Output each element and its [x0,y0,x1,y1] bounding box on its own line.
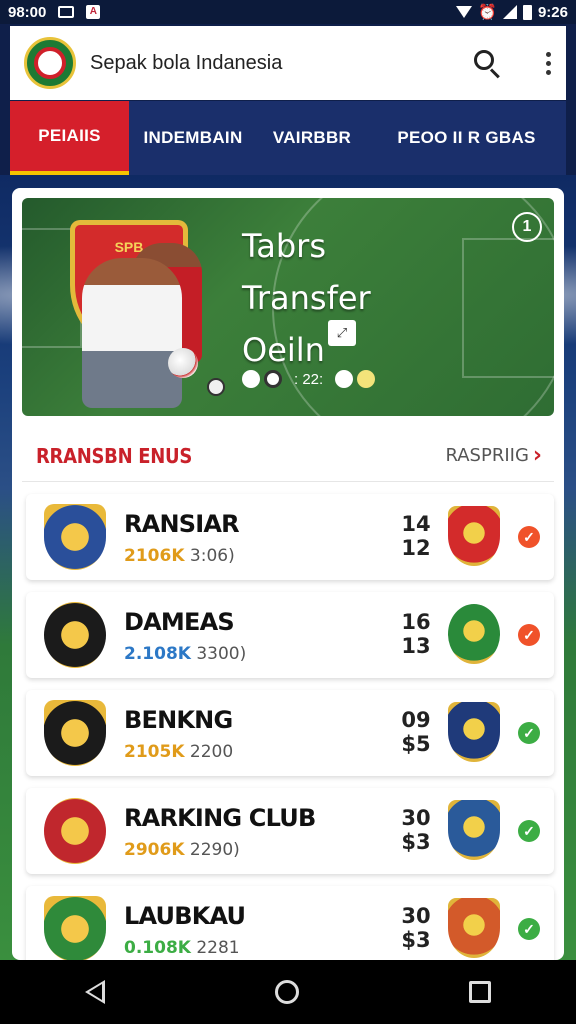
banner-title: Tabrs Transfer Oeiln [242,227,371,369]
app-header: Sepak bola Indanesia [10,26,566,100]
club-stat: 0.108K 2281 [124,938,240,958]
club-stat-highlight: 2105K [124,742,185,762]
tab-bar: PEIAIIS INDEMBAIN VAIRBBR PEOO II R GBAS [10,101,566,175]
club-stat-highlight: 2.108K [124,644,191,664]
banner-time: : 22: [294,370,324,388]
score-top: 14 [401,512,431,536]
tab-1[interactable]: PEIAIIS [10,101,129,175]
system-nav-bar [0,960,576,1024]
opponent-logo [448,800,500,860]
check-icon[interactable]: ✓ [518,918,540,940]
club-stat: 2105K 2200 [124,742,233,762]
app-title: Sepak bola Indanesia [90,51,283,74]
ranking-row[interactable]: LAUBKAU 0.108K 2281 30 $3 ✓ [26,886,554,960]
club-stat-rest: 3:06) [189,546,235,566]
carousel-dot[interactable] [264,370,282,388]
club-logo [44,700,106,766]
match-score: 30 $3 [396,806,436,854]
carousel-dot[interactable] [242,370,260,388]
score-bottom: $5 [401,732,431,756]
rankings-title: RRANSBN ENUS [36,443,193,468]
status-bar: 98:00 A ⏰ 9:26 [0,0,576,24]
club-stat: 2.108K 3300) [124,644,246,664]
status-time-left: 98:00 [8,3,47,21]
club-name: BENKNG [124,706,233,734]
score-bottom: $3 [401,830,431,854]
ranking-row[interactable]: DAMEAS 2.108K 3300) 16 13 ✓ [26,592,554,678]
chevron-right-icon: › [532,443,542,468]
tab-4[interactable]: PEOO II R GBAS [367,101,566,175]
score-bottom: $3 [401,928,431,952]
check-icon[interactable]: ✓ [518,820,540,842]
search-icon[interactable] [472,48,502,79]
club-logo [44,798,106,864]
main-card: SPB Tabrs Transfer Oeiln ⤢ 1 : 22: RRANS… [12,188,564,960]
ranking-row[interactable]: BENKNG 2105K 2200 09 $5 ✓ [26,690,554,776]
share-icon[interactable]: ⤢ [328,320,356,346]
rankings-see-all-link[interactable]: RASPRIIG › [445,443,542,468]
score-bottom: 12 [401,536,431,560]
battery-icon [522,4,532,20]
carousel-indicator: : 22: [242,370,376,388]
rankings-link-label: RASPRIIG [445,445,529,466]
player-image [82,258,182,408]
check-icon[interactable]: ✓ [518,624,540,646]
banner-counter: 1 [512,212,542,242]
match-score: 09 $5 [396,708,436,756]
club-stat-highlight: 0.108K [124,938,191,958]
club-logo [44,896,106,960]
match-score: 30 $3 [396,904,436,952]
wifi-icon [456,6,473,18]
tab-2[interactable]: INDEMBAIN [129,101,257,175]
app-logo[interactable] [24,37,76,89]
club-name: RANSIAR [124,510,240,538]
status-time-right: 9:26 [537,3,568,21]
score-top: 30 [401,806,431,830]
club-stat: 2106K 3:06) [124,546,235,566]
signal-icon [502,5,517,19]
mail-icon [58,6,75,18]
club-stat-rest: 2200 [189,742,234,762]
score-bottom: 13 [401,634,431,658]
match-score: 16 13 [396,610,436,658]
featured-banner[interactable]: SPB Tabrs Transfer Oeiln ⤢ 1 : 22: [22,198,554,416]
rankings-header: RRANSBN ENUS RASPRIIG › [22,430,554,482]
opponent-logo [448,506,500,566]
check-icon[interactable]: ✓ [518,526,540,548]
ranking-row[interactable]: RANSIAR 2106K 3:06) 14 12 ✓ [26,494,554,580]
score-top: 16 [401,610,431,634]
club-stat-highlight: 2106K [124,546,185,566]
match-score: 14 12 [396,512,436,560]
opponent-logo [448,898,500,958]
club-logo [44,602,106,668]
home-icon[interactable] [275,980,299,1004]
club-name: RARKING CLUB [124,804,316,832]
club-stat-rest: 3300) [196,644,247,664]
check-icon[interactable]: ✓ [518,722,540,744]
alarm-icon: ⏰ [478,4,497,21]
club-stat-rest: 2281 [196,938,240,958]
notification-icon: A [86,5,101,19]
back-icon[interactable] [85,980,105,1004]
club-stat-rest: 2290) [189,840,240,860]
score-top: 09 [401,708,431,732]
opponent-logo [448,702,500,762]
football-icon [168,348,198,378]
football-icon [207,378,225,396]
club-stat-highlight: 2906K [124,840,185,860]
recent-apps-icon[interactable] [469,981,491,1003]
tab-3[interactable]: VAIRBBR [257,101,367,175]
club-name: DAMEAS [124,608,235,636]
opponent-logo [448,604,500,664]
carousel-dot[interactable] [335,370,354,388]
ranking-row[interactable]: RARKING CLUB 2906K 2290) 30 $3 ✓ [26,788,554,874]
more-vertical-icon[interactable] [546,51,552,75]
club-stat: 2906K 2290) [124,840,240,860]
score-top: 30 [401,904,431,928]
carousel-dot[interactable] [357,370,376,388]
club-name: LAUBKAU [124,902,246,930]
club-logo [44,504,106,570]
